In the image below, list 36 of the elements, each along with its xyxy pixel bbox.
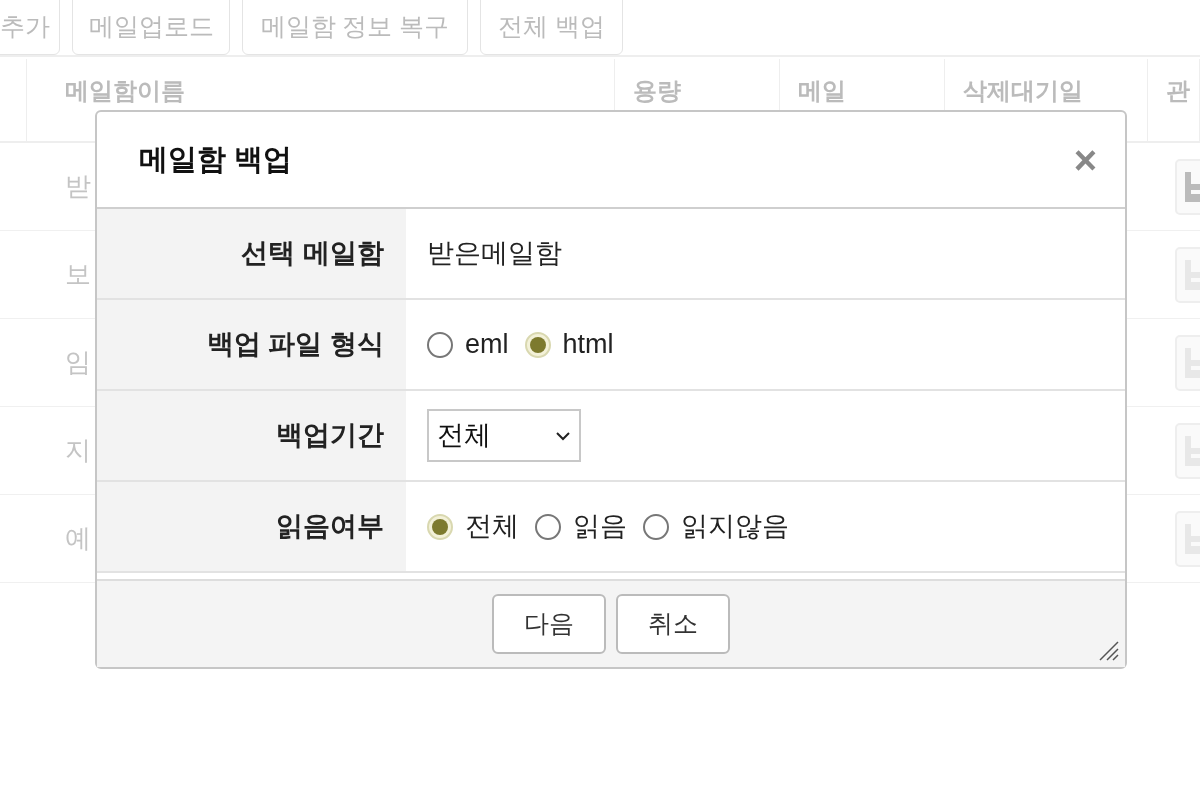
- dialog-title: 메일함 백업: [139, 141, 293, 177]
- radio-button[interactable]: [427, 331, 453, 358]
- table-cell-text: 보: [65, 258, 91, 291]
- radio-button[interactable]: [535, 513, 561, 540]
- toolbar-button[interactable]: 메일함 정보 복구: [242, 0, 468, 55]
- column-header: 메일: [798, 76, 846, 106]
- toolbar-button[interactable]: 전체 백업: [480, 0, 623, 55]
- field-value: 받은메일함: [427, 237, 562, 271]
- resize-handle-icon[interactable]: [1097, 639, 1119, 661]
- dialog-button[interactable]: 다음: [492, 594, 606, 654]
- radio-label: eml: [465, 328, 509, 362]
- radio-button[interactable]: [643, 513, 669, 540]
- radio-selected[interactable]: [427, 513, 453, 540]
- radio-label: 전체: [465, 510, 519, 544]
- field-label: 읽음여부: [276, 510, 384, 544]
- column-header: 용량: [633, 76, 681, 106]
- period-select[interactable]: 전체: [427, 409, 581, 462]
- field-label: 백업 파일 형식: [207, 328, 384, 362]
- close-button[interactable]: ×: [1073, 139, 1097, 180]
- table-cell-text: 임: [65, 346, 91, 379]
- chevron-down-icon: [555, 430, 571, 441]
- field-label: 백업기간: [276, 419, 384, 453]
- dialog-button[interactable]: 취소: [616, 594, 730, 654]
- table-cell-text: 받: [65, 170, 91, 203]
- table-cell-text: 예: [65, 522, 91, 555]
- radio-label: 읽음: [573, 510, 627, 544]
- toolbar-button[interactable]: 메일업로드: [72, 0, 230, 55]
- radio-label: html: [562, 328, 614, 362]
- toolbar-button[interactable]: 추가: [0, 0, 60, 55]
- radio-label: 읽지않음: [681, 510, 789, 544]
- radio-selected[interactable]: [524, 331, 551, 358]
- column-header: 삭제대기일: [963, 76, 1083, 106]
- field-label: 선택 메일함: [241, 237, 384, 271]
- column-header: 메일함이름: [65, 76, 185, 106]
- table-cell-text: 지: [65, 434, 91, 467]
- column-header: 관: [1166, 76, 1190, 106]
